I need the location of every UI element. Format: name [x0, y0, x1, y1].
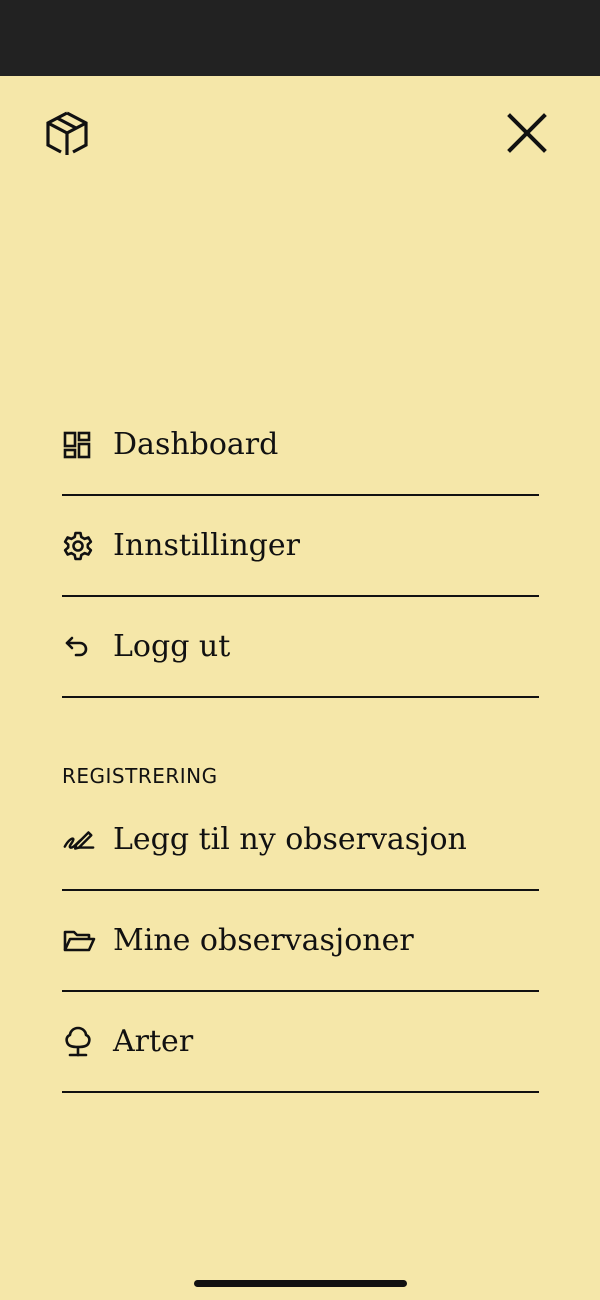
- status-bar: [0, 0, 600, 76]
- menu-item-innstillinger[interactable]: Innstillinger: [62, 496, 539, 597]
- menu-item-dashboard[interactable]: Dashboard: [62, 395, 539, 496]
- close-icon: [507, 113, 547, 153]
- menu-item-label: Logg ut: [113, 628, 231, 664]
- pen-scribble-icon: [62, 823, 96, 857]
- menu-item-label: Arter: [113, 1023, 194, 1059]
- menu-item-logg-ut[interactable]: Logg ut: [62, 597, 539, 698]
- menu-item-label: Mine observasjoner: [113, 922, 414, 958]
- menu-item-label: Dashboard: [113, 426, 279, 462]
- menu-item-legg-til-ny-observasjon[interactable]: Legg til ny observasjon: [62, 790, 539, 891]
- menu-item-mine-observasjoner[interactable]: Mine observasjoner: [62, 891, 539, 992]
- dashboard-icon: [62, 428, 96, 462]
- undo-arrow-icon: [62, 630, 96, 664]
- menu-item-label: Legg til ny observasjon: [113, 821, 467, 857]
- folder-open-icon: [62, 924, 96, 958]
- tree-icon: [62, 1025, 96, 1059]
- section-label-registrering: REGISTRERING: [62, 764, 218, 788]
- home-indicator[interactable]: [194, 1280, 407, 1287]
- menu-item-label: Innstillinger: [113, 527, 300, 563]
- gear-icon: [62, 529, 96, 563]
- cube-logo-icon: [44, 110, 90, 158]
- close-button[interactable]: [502, 108, 552, 158]
- menu-item-arter[interactable]: Arter: [62, 992, 539, 1093]
